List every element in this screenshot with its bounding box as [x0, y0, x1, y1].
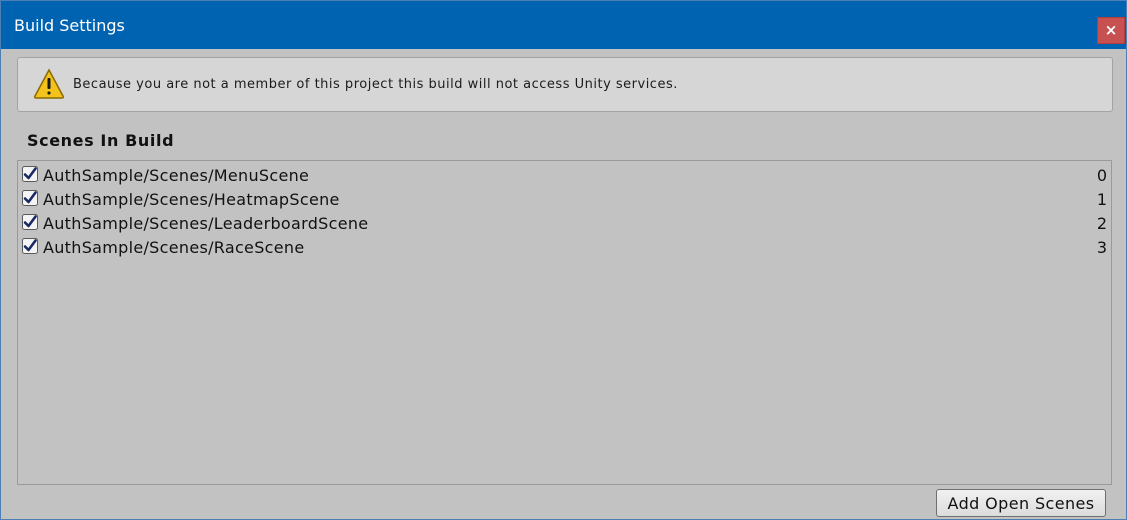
scene-checkbox[interactable]	[22, 166, 38, 182]
scene-index: 0	[1096, 166, 1107, 185]
scene-name: AuthSample/Scenes/RaceScene	[43, 238, 305, 257]
warning-triangle-icon	[33, 68, 65, 99]
scene-name: AuthSample/Scenes/HeatmapScene	[43, 190, 340, 209]
scene-checkbox[interactable]	[22, 214, 38, 230]
scene-name: AuthSample/Scenes/LeaderboardScene	[43, 214, 369, 233]
scene-checkbox[interactable]	[22, 190, 38, 206]
scene-name: AuthSample/Scenes/MenuScene	[43, 166, 310, 185]
scene-index: 1	[1096, 190, 1107, 209]
warning-message-box: Because you are not a member of this pro…	[17, 57, 1113, 112]
close-icon: ×	[1104, 21, 1118, 39]
scene-index: 3	[1096, 238, 1107, 257]
build-settings-window: Build Settings × Because you are not a m…	[0, 0, 1127, 520]
scene-row[interactable]: AuthSample/Scenes/LeaderboardScene 2	[18, 211, 1111, 235]
close-button[interactable]: ×	[1097, 17, 1125, 44]
scene-row[interactable]: AuthSample/Scenes/HeatmapScene 1	[18, 187, 1111, 211]
scene-list[interactable]: AuthSample/Scenes/MenuScene 0 AuthSample/S…	[17, 160, 1112, 485]
warning-text: Because you are not a member of this pro…	[73, 77, 678, 92]
title-bar[interactable]: Build Settings ×	[1, 1, 1126, 49]
scene-row[interactable]: AuthSample/Scenes/MenuScene 0	[18, 163, 1111, 187]
scene-checkbox[interactable]	[22, 238, 38, 254]
scene-index: 2	[1096, 214, 1107, 233]
scenes-in-build-heading: Scenes In Build	[27, 131, 175, 150]
add-open-scenes-button[interactable]: Add Open Scenes	[936, 489, 1106, 517]
window-title: Build Settings	[14, 16, 125, 35]
scene-row[interactable]: AuthSample/Scenes/RaceScene 3	[18, 235, 1111, 259]
